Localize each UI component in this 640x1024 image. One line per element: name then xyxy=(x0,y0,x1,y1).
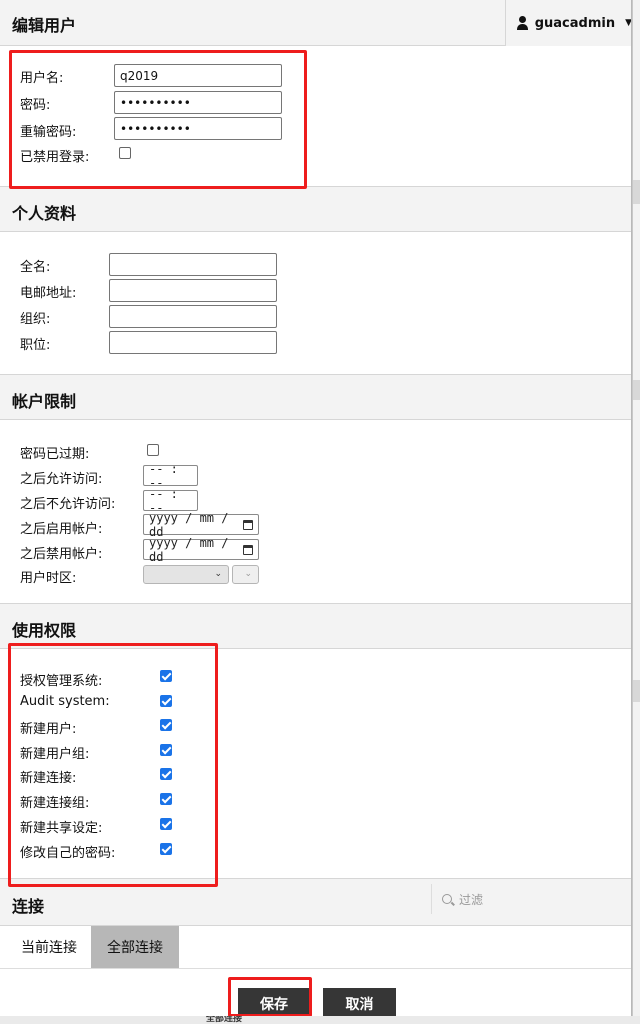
organization-input[interactable] xyxy=(109,305,277,328)
fullname-label: 全名: xyxy=(20,260,51,275)
password-expired-label: 密码已过期: xyxy=(20,447,90,462)
permissions-section-title: 使用权限 xyxy=(12,621,77,640)
tabs-divider xyxy=(0,968,631,969)
background-page-edge xyxy=(632,0,640,1024)
highlight-box-permissions xyxy=(8,643,218,887)
allow-after-time-input[interactable]: -- : -- xyxy=(143,462,198,490)
email-label: 电邮地址: xyxy=(20,286,77,301)
fullname-input[interactable] xyxy=(109,253,277,276)
calendar-icon xyxy=(243,519,253,530)
username-label: guacadmin xyxy=(534,15,616,31)
calendar-icon xyxy=(243,544,253,555)
enable-after-date-input[interactable]: yyyy / mm / dd xyxy=(143,511,259,539)
cancel-button[interactable]: 取消 xyxy=(323,988,396,1016)
dialog-header: 编辑用户 guacadmin ▼ xyxy=(0,0,632,46)
connection-filter[interactable]: 过滤 xyxy=(431,884,631,914)
role-label: 职位: xyxy=(20,338,51,353)
deny-after-label: 之后不允许访问: xyxy=(20,497,116,512)
role-input[interactable] xyxy=(109,331,277,354)
chevron-down-icon: ⌄ xyxy=(244,569,252,579)
password-expired-checkbox[interactable] xyxy=(147,444,159,456)
page-title: 编辑用户 xyxy=(12,16,77,35)
filter-placeholder: 过滤 xyxy=(459,892,484,907)
disable-after-label: 之后禁用帐户: xyxy=(20,547,103,562)
date-placeholder: yyyy / mm / dd xyxy=(149,510,229,539)
user-icon xyxy=(516,16,528,30)
email-input[interactable] xyxy=(109,279,277,302)
profile-section-title: 个人资料 xyxy=(12,204,77,223)
date-placeholder: yyyy / mm / dd xyxy=(149,535,229,564)
caret-down-icon: ▼ xyxy=(625,18,632,28)
timezone-zone-select[interactable]: ⌄ xyxy=(232,565,259,584)
user-menu[interactable]: guacadmin ▼ xyxy=(505,0,632,46)
highlight-box-login xyxy=(9,50,307,189)
organization-label: 组织: xyxy=(20,312,51,327)
timezone-label: 用户时区: xyxy=(20,571,77,586)
background-page-bottom xyxy=(0,1016,640,1024)
allow-after-label: 之后允许访问: xyxy=(20,472,103,487)
profile-section-header: 个人资料 xyxy=(0,186,631,232)
restrictions-section-header: 帐户限制 xyxy=(0,374,631,420)
tab-current-connections[interactable]: 当前连接 xyxy=(8,926,90,968)
restrictions-section-title: 帐户限制 xyxy=(12,392,77,411)
edit-user-dialog: 编辑用户 guacadmin ▼ 用户名: 密码: 重输密码: 已禁用登录: 个… xyxy=(0,0,632,1016)
search-icon xyxy=(442,894,452,904)
connections-section-title: 连接 xyxy=(12,897,45,916)
chevron-down-icon: ⌄ xyxy=(214,569,222,579)
highlight-box-save xyxy=(228,977,312,1016)
tab-all-connections[interactable]: 全部连接 xyxy=(91,926,179,968)
deny-after-time-input[interactable]: -- : -- xyxy=(143,487,198,515)
time-placeholder: -- : -- xyxy=(149,461,178,490)
enable-after-label: 之后启用帐户: xyxy=(20,522,103,537)
timezone-region-select[interactable]: ⌄ xyxy=(143,565,229,584)
disable-after-date-input[interactable]: yyyy / mm / dd xyxy=(143,536,259,564)
